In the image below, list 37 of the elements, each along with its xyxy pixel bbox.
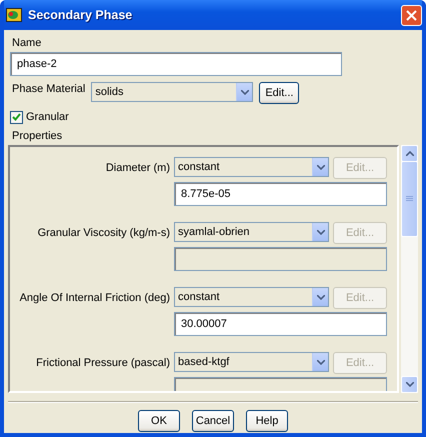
property-label: Frictional Pressure (pascal) [35, 356, 170, 370]
chevron-down-icon [316, 294, 324, 300]
method-dropdown[interactable]: constant [174, 157, 329, 177]
chevron-down-icon [240, 90, 249, 94]
chevron-up-icon [406, 151, 414, 156]
chevron-down-icon [406, 382, 414, 387]
scroll-down-button[interactable] [401, 376, 418, 393]
close-icon [406, 10, 417, 20]
scrollbar[interactable] [401, 145, 418, 393]
scroll-up-button[interactable] [401, 145, 418, 162]
value-field[interactable]: 30.00007 [174, 312, 387, 336]
dialog-button[interactable]: Cancel [192, 410, 234, 432]
name-label: Name [12, 36, 42, 50]
property-label: Granular Viscosity (kg/m-s) [36, 226, 170, 240]
granular-checkbox[interactable] [10, 110, 23, 124]
property-label: Diameter (m) [104, 161, 170, 175]
dialog-button[interactable]: Help [246, 410, 288, 432]
phase-material-dropdown[interactable]: solids [91, 82, 254, 102]
phase-material-label: Phase Material [12, 82, 86, 96]
value-field[interactable]: 8.775e-05 [174, 182, 387, 206]
grip-icon [406, 196, 413, 202]
close-button[interactable] [401, 4, 422, 26]
method-dropdown[interactable]: constant [174, 287, 329, 307]
name-field[interactable]: phase-2 [10, 52, 342, 76]
properties-label: Properties [12, 129, 64, 143]
method-dropdown[interactable]: syamlal-obrien [174, 222, 329, 242]
granular-label: Granular [26, 110, 69, 124]
method-dropdown[interactable]: based-ktgf [174, 352, 329, 372]
property-label: Angle Of Internal Friction (deg) [18, 291, 170, 305]
chevron-down-icon [316, 360, 324, 364]
window-title: Secondary Phase [28, 8, 134, 22]
app-icon [6, 8, 22, 22]
edit-button[interactable]: Edit... [259, 82, 300, 104]
dialog-button[interactable]: OK [138, 410, 180, 432]
chevron-down-icon [316, 164, 324, 170]
chevron-down-icon [316, 230, 324, 234]
scroll-thumb[interactable] [401, 161, 418, 237]
